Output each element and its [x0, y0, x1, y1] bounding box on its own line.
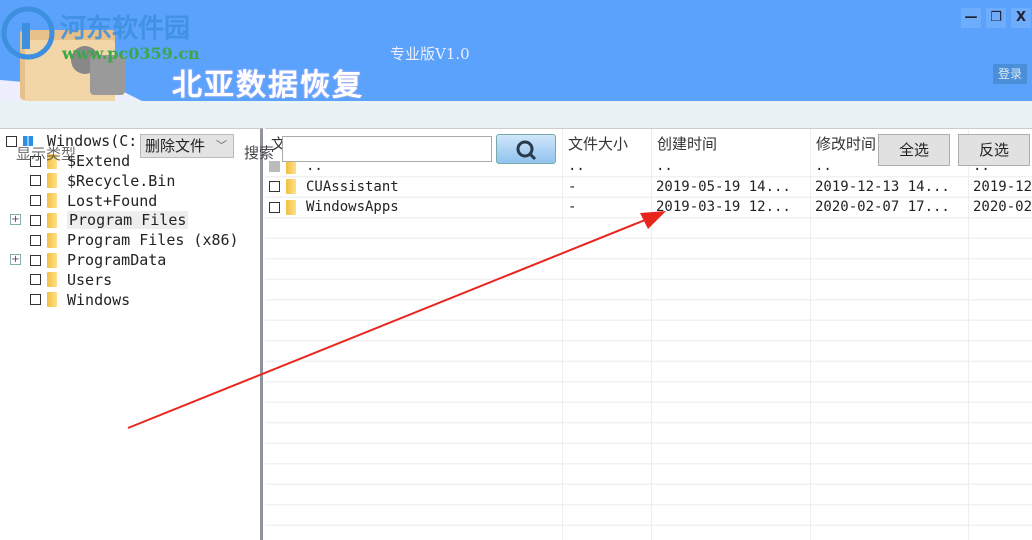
- cell-created: 2019-03-19 12...: [656, 199, 791, 215]
- search-input[interactable]: [282, 136, 492, 162]
- expand-icon[interactable]: +: [10, 254, 21, 265]
- minimize-button[interactable]: —: [961, 8, 981, 28]
- cell-created: ..: [656, 158, 673, 174]
- search-icon: [516, 140, 537, 161]
- folder-icon: [47, 252, 57, 268]
- tree-item-label: ProgramData: [67, 251, 167, 269]
- folder-icon: [47, 193, 57, 209]
- folder-icon: [47, 232, 57, 248]
- tree-item-label: Program Files: [67, 211, 189, 230]
- tree-item[interactable]: Program Files: [30, 210, 189, 230]
- checkbox[interactable]: [30, 234, 41, 246]
- chevron-down-icon: ﹀: [216, 139, 227, 152]
- cell-accessed: 2019-12: [973, 178, 1032, 195]
- tree-item-label: $Recycle.Bin: [67, 171, 176, 190]
- tree-item-label: Program Files (x86): [67, 231, 239, 250]
- delete-type-dropdown[interactable]: 删除文件 ﹀: [140, 134, 234, 158]
- tree-item[interactable]: Program Files (x86): [30, 230, 239, 250]
- expand-icon[interactable]: +: [10, 214, 21, 226]
- tree-item-label: Users: [67, 270, 113, 289]
- tree-item[interactable]: Lost+Found: [30, 191, 157, 211]
- cell-created: 2019-05-19 14...: [656, 178, 791, 195]
- tree-item[interactable]: Windows: [30, 290, 130, 310]
- cell-size: -: [568, 178, 577, 195]
- checkbox[interactable]: [30, 214, 41, 226]
- column-header-modified[interactable]: 修改时间: [816, 133, 876, 154]
- checkbox[interactable]: [30, 274, 41, 286]
- column-header-created[interactable]: 创建时间: [657, 133, 717, 154]
- folder-icon: [286, 179, 296, 194]
- folder-icon: [47, 173, 57, 189]
- folder-icon: [286, 199, 296, 215]
- checkbox[interactable]: [269, 181, 280, 192]
- folder-icon: [47, 272, 57, 288]
- column-divider: [651, 129, 652, 540]
- file-list: 文件名 文件大小 创建时间 修改时间 .. .. .. .. .. CUAssi…: [265, 128, 1032, 540]
- checkbox[interactable]: [30, 175, 41, 187]
- checkbox[interactable]: [30, 294, 41, 306]
- watermark-logo-icon: [1, 6, 55, 60]
- app-title: 北亚数据恢复: [172, 68, 364, 103]
- dropdown-value: 删除文件: [145, 137, 206, 155]
- invert-select-button[interactable]: 反选: [958, 134, 1030, 166]
- tree-item-label: $Extend: [67, 152, 131, 170]
- checkbox[interactable]: [269, 201, 280, 213]
- cell-modified: 2020-02-07 17...: [815, 199, 950, 215]
- watermark-text: 河东软件园: [60, 14, 191, 44]
- tree-item-label: Lost+Found: [67, 191, 158, 210]
- cell-accessed: 2020-02: [973, 199, 1032, 215]
- checkbox[interactable]: [30, 195, 41, 207]
- column-header-size[interactable]: 文件大小: [568, 133, 628, 154]
- login-button[interactable]: 登录: [993, 64, 1027, 84]
- folder-icon: [47, 292, 57, 308]
- tree-item-label: Windows: [67, 290, 131, 309]
- close-button[interactable]: X: [1011, 8, 1031, 28]
- select-all-button[interactable]: 全选: [878, 134, 950, 166]
- search-label: 搜索: [244, 144, 275, 162]
- folder-icon: [47, 212, 57, 228]
- cell-size: -: [568, 199, 577, 215]
- search-button[interactable]: [496, 134, 556, 164]
- cell-name: CUAssistant: [306, 178, 399, 195]
- checkbox[interactable]: [30, 254, 41, 266]
- tree-item[interactable]: $Recycle.Bin: [30, 171, 175, 191]
- column-divider: [968, 129, 969, 540]
- restore-button[interactable]: ❐: [986, 8, 1006, 28]
- cell-size: ..: [568, 158, 585, 174]
- edition-label: 专业版V1.0: [390, 45, 470, 63]
- display-type-label: 显示类型: [16, 145, 77, 163]
- column-divider: [562, 129, 563, 540]
- cell-modified: 2019-12-13 14...: [815, 178, 950, 195]
- column-divider: [810, 129, 811, 540]
- app-header: 河东软件园 www.pc0359.cn 专业版V1.0 北亚数据恢复 — ❐ X…: [0, 0, 1032, 110]
- toolbar-strip: [0, 101, 1032, 128]
- cell-name: WindowsApps: [306, 199, 399, 215]
- tree-item[interactable]: Users: [30, 270, 112, 290]
- tree-item[interactable]: ProgramData: [30, 250, 166, 270]
